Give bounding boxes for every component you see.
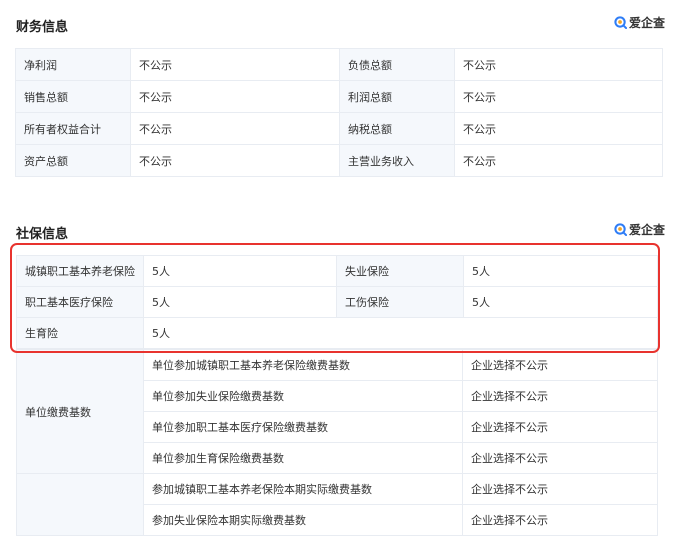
finance-label: 净利润 bbox=[15, 48, 131, 81]
finance-value: 不公示 bbox=[454, 80, 663, 113]
finance-value: 不公示 bbox=[454, 112, 663, 145]
finance-label: 销售总额 bbox=[15, 80, 131, 113]
brand-logo[interactable]: 爱企查 bbox=[614, 14, 665, 31]
insurance-value: 5人 bbox=[463, 255, 658, 287]
payment-item: 参加失业保险本期实际缴费基数 bbox=[143, 504, 463, 536]
finance-value: 不公示 bbox=[454, 48, 663, 81]
payment-base-table: 单位缴费基数 单位参加城镇职工基本养老保险缴费基数 企业选择不公示 单位参加失业… bbox=[16, 349, 658, 536]
finance-label: 资产总额 bbox=[15, 144, 131, 177]
insurance-label: 失业保险 bbox=[336, 255, 464, 287]
finance-value: 不公示 bbox=[130, 48, 340, 81]
table-row: 资产总额 不公示 主营业务收入 不公示 bbox=[15, 144, 663, 177]
finance-label: 主营业务收入 bbox=[339, 144, 455, 177]
finance-section-title: 财务信息 bbox=[16, 20, 69, 35]
payment-item: 单位参加生育保险缴费基数 bbox=[143, 442, 463, 474]
payment-value: 企业选择不公示 bbox=[462, 349, 658, 381]
finance-label: 利润总额 bbox=[339, 80, 455, 113]
insurance-label: 职工基本医疗保险 bbox=[16, 286, 144, 318]
insurance-value: 5人 bbox=[143, 255, 337, 287]
social-section-title: 社保信息 bbox=[16, 227, 69, 242]
finance-value: 不公示 bbox=[130, 144, 340, 177]
magnifier-logo-icon bbox=[614, 223, 627, 236]
insurance-value: 5人 bbox=[143, 317, 658, 349]
payment-value: 企业选择不公示 bbox=[462, 442, 658, 474]
payment-item: 单位参加职工基本医疗保险缴费基数 bbox=[143, 411, 463, 443]
brand-name: 爱企查 bbox=[629, 223, 666, 237]
payment-group-label-empty bbox=[16, 473, 144, 536]
finance-label: 纳税总额 bbox=[339, 112, 455, 145]
social-insurance-table: 城镇职工基本养老保险 5人 失业保险 5人 职工基本医疗保险 5人 工伤保险 5… bbox=[16, 255, 658, 349]
table-row: 净利润 不公示 负债总额 不公示 bbox=[15, 48, 663, 81]
table-row: 参加城镇职工基本养老保险本期实际缴费基数 企业选择不公示 bbox=[16, 473, 658, 536]
brand-name: 爱企查 bbox=[629, 16, 666, 30]
payment-value: 企业选择不公示 bbox=[462, 504, 658, 536]
table-row: 城镇职工基本养老保险 5人 失业保险 5人 bbox=[16, 255, 658, 287]
payment-item: 单位参加失业保险缴费基数 bbox=[143, 380, 463, 412]
brand-logo[interactable]: 爱企查 bbox=[614, 221, 665, 238]
finance-value: 不公示 bbox=[454, 144, 663, 177]
magnifier-logo-icon bbox=[614, 16, 627, 29]
payment-value: 企业选择不公示 bbox=[462, 473, 658, 505]
table-row: 职工基本医疗保险 5人 工伤保险 5人 bbox=[16, 286, 658, 318]
payment-value: 企业选择不公示 bbox=[462, 380, 658, 412]
insurance-label: 工伤保险 bbox=[336, 286, 464, 318]
table-row: 生育险 5人 bbox=[16, 317, 658, 349]
insurance-label: 生育险 bbox=[16, 317, 144, 349]
payment-item: 参加城镇职工基本养老保险本期实际缴费基数 bbox=[143, 473, 463, 505]
finance-label: 负债总额 bbox=[339, 48, 455, 81]
insurance-label: 城镇职工基本养老保险 bbox=[16, 255, 144, 287]
finance-label: 所有者权益合计 bbox=[15, 112, 131, 145]
finance-value: 不公示 bbox=[130, 112, 340, 145]
insurance-value: 5人 bbox=[143, 286, 337, 318]
payment-group-label: 单位缴费基数 bbox=[16, 349, 144, 474]
insurance-value: 5人 bbox=[463, 286, 658, 318]
finance-table: 净利润 不公示 负债总额 不公示 销售总额 不公示 利润总额 不公示 所有者权益… bbox=[15, 48, 663, 177]
table-row: 单位缴费基数 单位参加城镇职工基本养老保险缴费基数 企业选择不公示 bbox=[16, 349, 658, 474]
table-row: 所有者权益合计 不公示 纳税总额 不公示 bbox=[15, 112, 663, 145]
finance-value: 不公示 bbox=[130, 80, 340, 113]
table-row: 销售总额 不公示 利润总额 不公示 bbox=[15, 80, 663, 113]
payment-value: 企业选择不公示 bbox=[462, 411, 658, 443]
payment-item: 单位参加城镇职工基本养老保险缴费基数 bbox=[143, 349, 463, 381]
